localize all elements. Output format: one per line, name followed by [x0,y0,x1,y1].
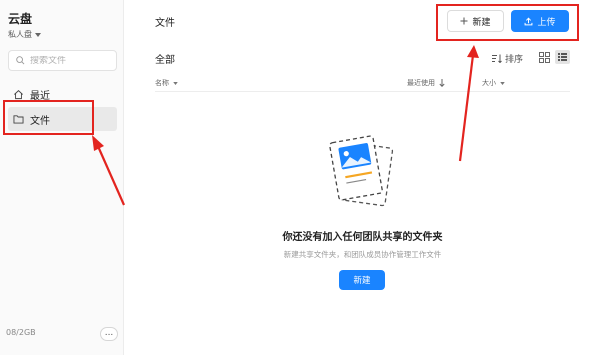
home-icon [14,89,23,99]
folder-icon [13,115,24,124]
column-label: 最近使用 [407,79,435,87]
divider [155,91,570,92]
space-label: 私人盘 [8,30,32,39]
column-label: 名称 [155,79,169,87]
empty-folder-illustration [329,135,394,207]
upload-icon [525,16,533,25]
list-view-icon [558,53,567,61]
more-button[interactable]: ... [100,327,118,341]
search-box[interactable] [8,50,117,71]
column-header-size[interactable]: 大小 [482,78,505,88]
column-header-name[interactable]: 名称 [155,78,178,88]
sort-button[interactable]: 排序 [492,52,523,65]
sort-icon [492,54,502,63]
sidebar-item-label: 最近 [30,90,50,102]
sidebar: 云盘 私人盘 最近 文件 08/2GB ... [0,0,124,355]
section-title: 全部 [155,55,175,66]
list-view-toggle[interactable] [555,50,570,64]
search-input[interactable] [30,55,110,66]
empty-state-title: 你还没有加入任何团队共享的文件夹 [282,232,443,243]
upload-button[interactable]: 上传 [511,10,569,32]
upload-button-label: 上传 [537,16,556,27]
grid-view-icon[interactable] [539,52,550,63]
column-label: 大小 [482,79,496,87]
empty-state-description: 新建共享文件夹，和团队成员协作管理工作文件 [283,250,442,259]
annotation-arrow-header [458,45,479,162]
sidebar-item-files[interactable]: 文件 [8,107,117,131]
storage-usage: 08/2GB [6,328,36,337]
sidebar-item-label: 文件 [30,115,50,127]
sort-label: 排序 [505,55,524,65]
plus-icon [460,17,468,25]
new-button[interactable]: 新建 [447,10,504,32]
app-title: 云盘 [8,12,33,26]
sidebar-item-recent[interactable]: 最近 [8,82,117,106]
page-title: 文件 [155,18,175,29]
empty-state-new-button[interactable]: 新建 [339,270,385,290]
search-icon [16,56,25,65]
caret-down-icon [35,32,41,37]
arrow-down-icon [439,79,445,87]
caret-down-icon [500,81,505,85]
space-switcher[interactable]: 私人盘 [8,29,41,40]
caret-down-icon [173,81,178,85]
column-header-last-used[interactable]: 最近使用 [407,78,445,88]
new-button-label: 新建 [472,16,491,27]
